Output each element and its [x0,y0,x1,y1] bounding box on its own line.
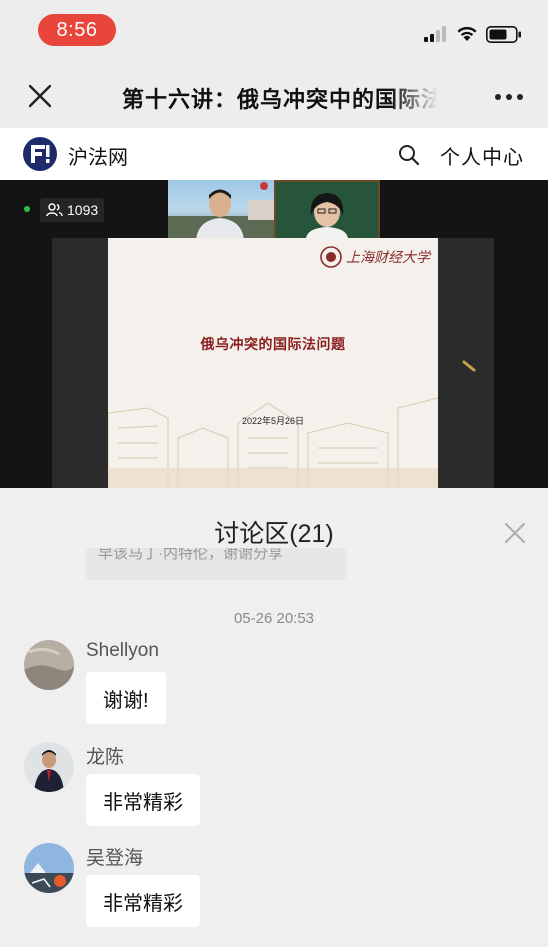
host-camera-image [306,193,348,238]
avatar[interactable] [24,640,74,690]
discussion-title: 讨论区(21) [214,520,334,548]
page-title: 第十六讲：俄乌冲突中的国际法问题 [122,87,438,112]
campus-illustration [108,397,438,488]
sender-name: 龙陈 [86,747,125,768]
site-logo-icon[interactable] [22,136,58,172]
previous-message-text: 早该马丁·内特伦，谢谢分享 [98,548,283,562]
university-logo: 上海财经大学 [320,246,430,268]
chat-message: 吴登海 非常精彩 [0,843,548,935]
previous-message-bubble: 早该马丁·内特伦，谢谢分享 [86,548,346,580]
slide-title: 俄乌冲突的国际法问题 [200,336,346,352]
wifi-icon [457,26,477,41]
viewer-count-badge: 1093 [40,198,105,222]
viewer-count: 1093 [67,202,99,218]
cellular-signal-icon [424,26,446,42]
people-icon [46,203,63,217]
live-video-player[interactable]: 1093 上海财经大学 俄乌冲突的国际法问题 2022年5月26日 [0,180,548,488]
more-options-icon[interactable] [494,93,524,101]
slide-date: 2022年5月26日 [241,416,305,426]
close-discussion-icon[interactable] [503,521,527,545]
university-seal-icon [320,246,342,268]
message-bubble: 非常精彩 [86,774,200,826]
battery-icon [486,26,521,43]
presentation-slide: 上海财经大学 俄乌冲突的国际法问题 2022年5月26日 [108,238,438,488]
close-icon[interactable] [26,82,54,110]
speaker-camera-feed[interactable] [168,180,274,240]
pencil-icon [462,360,476,372]
chat-message: Shellyon 谢谢! [0,640,548,732]
live-indicator [24,206,30,212]
user-center-link[interactable]: 个人中心 [440,141,524,170]
message-bubble: 非常精彩 [86,875,200,927]
avatar-image [24,640,74,690]
sender-name: 吴登海 [86,848,144,869]
avatar[interactable] [24,742,74,792]
discussion-panel: 讨论区(21) 早该马丁·内特伦，谢谢分享 05-26 20:53 Shelly… [0,488,548,947]
speaker-camera-image [168,182,274,240]
sender-name: Shellyon [86,640,159,661]
message-bubble: 谢谢! [86,672,166,724]
avatar-image [24,742,74,792]
site-name[interactable]: 沪法网 [68,141,128,170]
site-header: 沪法网 个人中心 [0,128,548,180]
status-time: 8:56 [38,14,116,46]
search-icon[interactable] [398,144,420,166]
avatar-image [24,843,74,893]
host-camera-feed[interactable] [274,180,380,240]
status-bar: 8:56 [0,0,548,62]
avatar[interactable] [24,843,74,893]
university-name: 上海财经大学 [346,250,430,266]
message-timestamp: 05-26 20:53 [233,610,315,627]
chat-message: 龙陈 非常精彩 [0,742,548,834]
title-bar: 第十六讲：俄乌冲突中的国际法问题 [0,62,548,128]
